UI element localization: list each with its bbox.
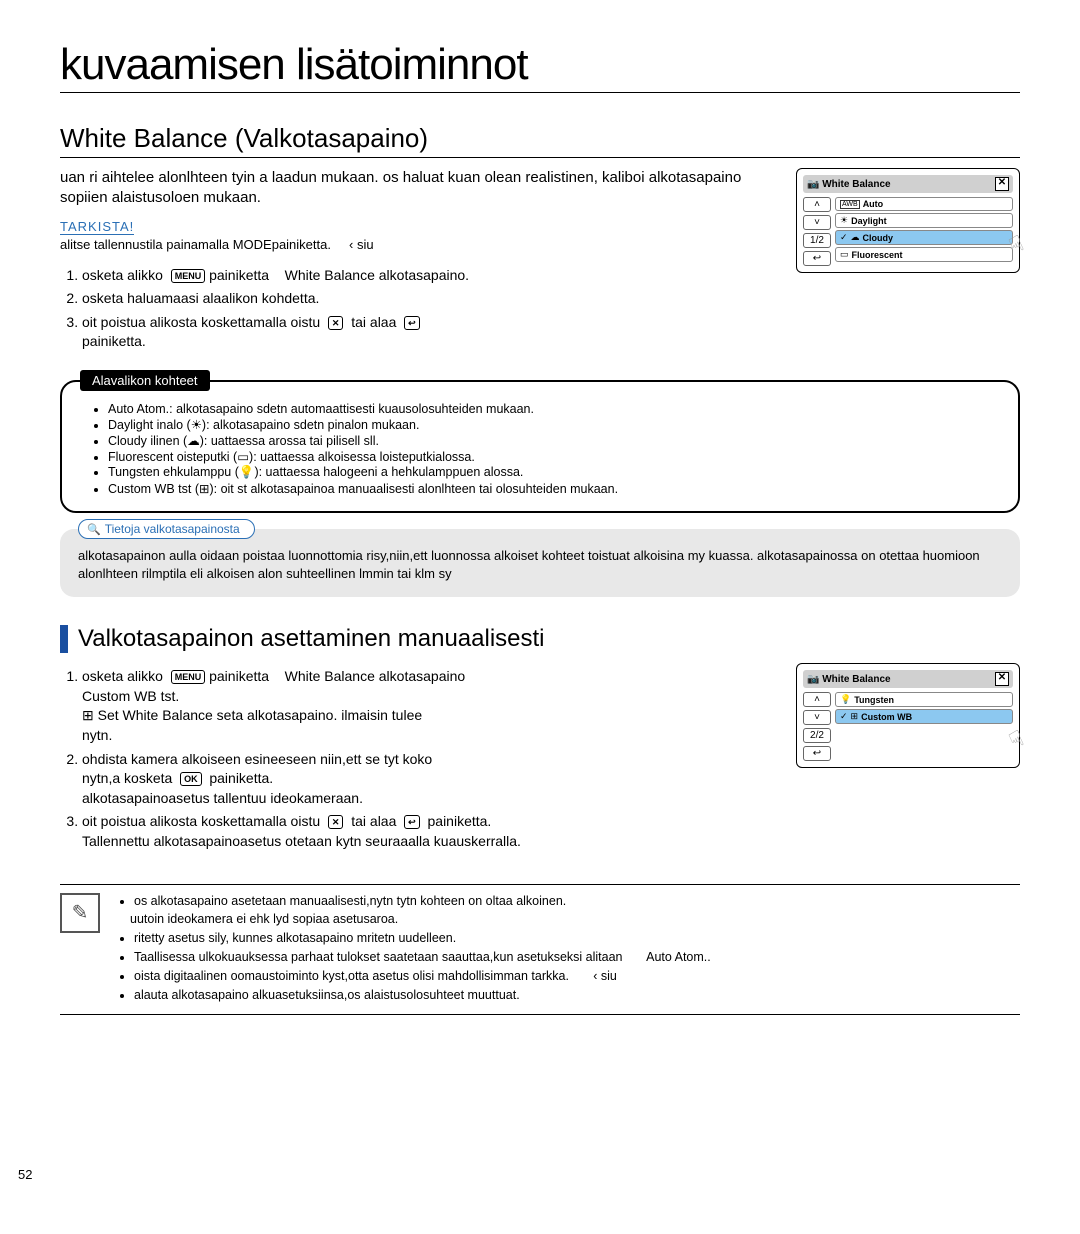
- note1: os alkotasapaino asetetaan manuaalisesti…: [134, 893, 711, 910]
- wb-item-tungsten[interactable]: 💡Tungsten: [835, 692, 1013, 707]
- submenu-custom: Custom WB tst (⊞): oit st alkotasapainoa…: [108, 481, 1000, 496]
- subsection-title: Valkotasapainon asettaminen manuaalisest…: [78, 625, 545, 653]
- section-title-wb: White Balance (Valkotasapaino): [60, 123, 1020, 158]
- info-tab: Tietoja valkotasapainosta: [78, 519, 255, 539]
- submenu-tungsten: Tungsten ehkulamppu (💡): uattaessa halog…: [108, 465, 1000, 480]
- note4: Taallisessa ulkokuauksessa parhaat tulok…: [134, 949, 711, 966]
- submenu-cloudy: Cloudy ilinen (☁): uattaessa arossa tai …: [108, 433, 1000, 448]
- custom-icon: ⊞: [199, 482, 209, 496]
- return-icon: ↩: [404, 815, 420, 829]
- wb-item-auto[interactable]: AWBAuto: [835, 197, 1013, 211]
- page-number: 52: [18, 1167, 32, 1182]
- subsection-bar: [60, 625, 68, 653]
- wb-item-custom[interactable]: ✓⊞Custom WB: [835, 709, 1013, 724]
- step3: oit poistua alikosta koskettamalla oistu…: [82, 313, 1020, 352]
- menu-icon: MENU: [171, 670, 206, 684]
- fluorescent-icon: ▭: [237, 450, 249, 464]
- nav-up-button[interactable]: ˄: [803, 197, 831, 212]
- wb-item-cloudy[interactable]: ✓☁Cloudy: [835, 230, 1013, 245]
- close-icon: ✕: [328, 316, 344, 330]
- submenu-box: Alavalikon kohteet Auto Atom.: alkotasap…: [60, 380, 1020, 513]
- nav-down-button[interactable]: ˅: [803, 710, 831, 725]
- note-icon: ✎: [60, 893, 100, 933]
- screen-wb-list-2: 📷 White Balance ✕ ˄ ˅ 2/2 ↩ 💡Tungsten ✓⊞…: [796, 663, 1020, 768]
- nav-page-indicator: 2/2: [803, 728, 831, 743]
- screen-wb-list-1: 📷 White Balance ✕ ˄ ˅ 1/2 ↩ AWBAuto ☀Day…: [796, 168, 1020, 273]
- bulb-icon: 💡: [239, 465, 255, 479]
- submenu-daylight: Daylight inalo (☀): alkotasapaino sdetn …: [108, 417, 1000, 432]
- step2: osketa haluamaasi alaalikon kohdetta.: [82, 289, 1020, 309]
- custom-icon: ⊞: [82, 707, 94, 723]
- screen1-title: 📷 White Balance: [807, 179, 891, 190]
- info-text: alkotasapainon aulla oidaan poistaa luon…: [78, 547, 1002, 583]
- return-icon: ↩: [404, 316, 420, 330]
- close-icon[interactable]: ✕: [995, 672, 1009, 686]
- note5: oista digitaalinen oomaustoiminto kyst,o…: [134, 968, 711, 985]
- submenu-auto: Auto Atom.: alkotasapaino sdetn automaat…: [108, 402, 1000, 416]
- chapter-title: kuvaamisen lisätoiminnot: [60, 40, 1020, 93]
- cloud-icon: ☁: [187, 434, 200, 448]
- info-box: Tietoja valkotasapainosta alkotasapainon…: [60, 529, 1020, 597]
- steps-list-1: osketa alikko MENU painiketta White Bala…: [60, 266, 1020, 352]
- check-label: TARKISTA!: [60, 219, 134, 235]
- step3b: oit poistua alikosta koskettamalla oistu…: [82, 812, 1020, 851]
- return-icon[interactable]: ↩: [803, 251, 831, 266]
- return-icon[interactable]: ↩: [803, 746, 831, 761]
- note3: ritetty asetus sily, kunnes alkotasapain…: [134, 930, 711, 947]
- note2: uutoin ideokamera ei ehk lyd sopiaa aset…: [130, 911, 711, 928]
- close-icon[interactable]: ✕: [995, 177, 1009, 191]
- submenu-title: Alavalikon kohteet: [80, 370, 210, 391]
- ok-icon: OK: [180, 772, 202, 786]
- wb-item-daylight[interactable]: ☀Daylight: [835, 213, 1013, 228]
- nav-up-button[interactable]: ˄: [803, 692, 831, 707]
- notes-block: ✎ os alkotasapaino asetetaan manuaalises…: [60, 884, 1020, 1015]
- nav-page-indicator: 1/2: [803, 233, 831, 248]
- screen2-title: 📷 White Balance: [807, 674, 891, 685]
- nav-down-button[interactable]: ˅: [803, 215, 831, 230]
- sun-icon: ☀: [191, 418, 202, 432]
- submenu-fluorescent: Fluorescent oisteputki (▭): uattaessa al…: [108, 449, 1000, 464]
- note6: alauta alkotasapaino alkuasetuksiinsa,os…: [134, 987, 711, 1004]
- wb-item-fluorescent[interactable]: ▭Fluorescent: [835, 247, 1013, 262]
- menu-icon: MENU: [171, 269, 206, 283]
- close-icon: ✕: [328, 815, 344, 829]
